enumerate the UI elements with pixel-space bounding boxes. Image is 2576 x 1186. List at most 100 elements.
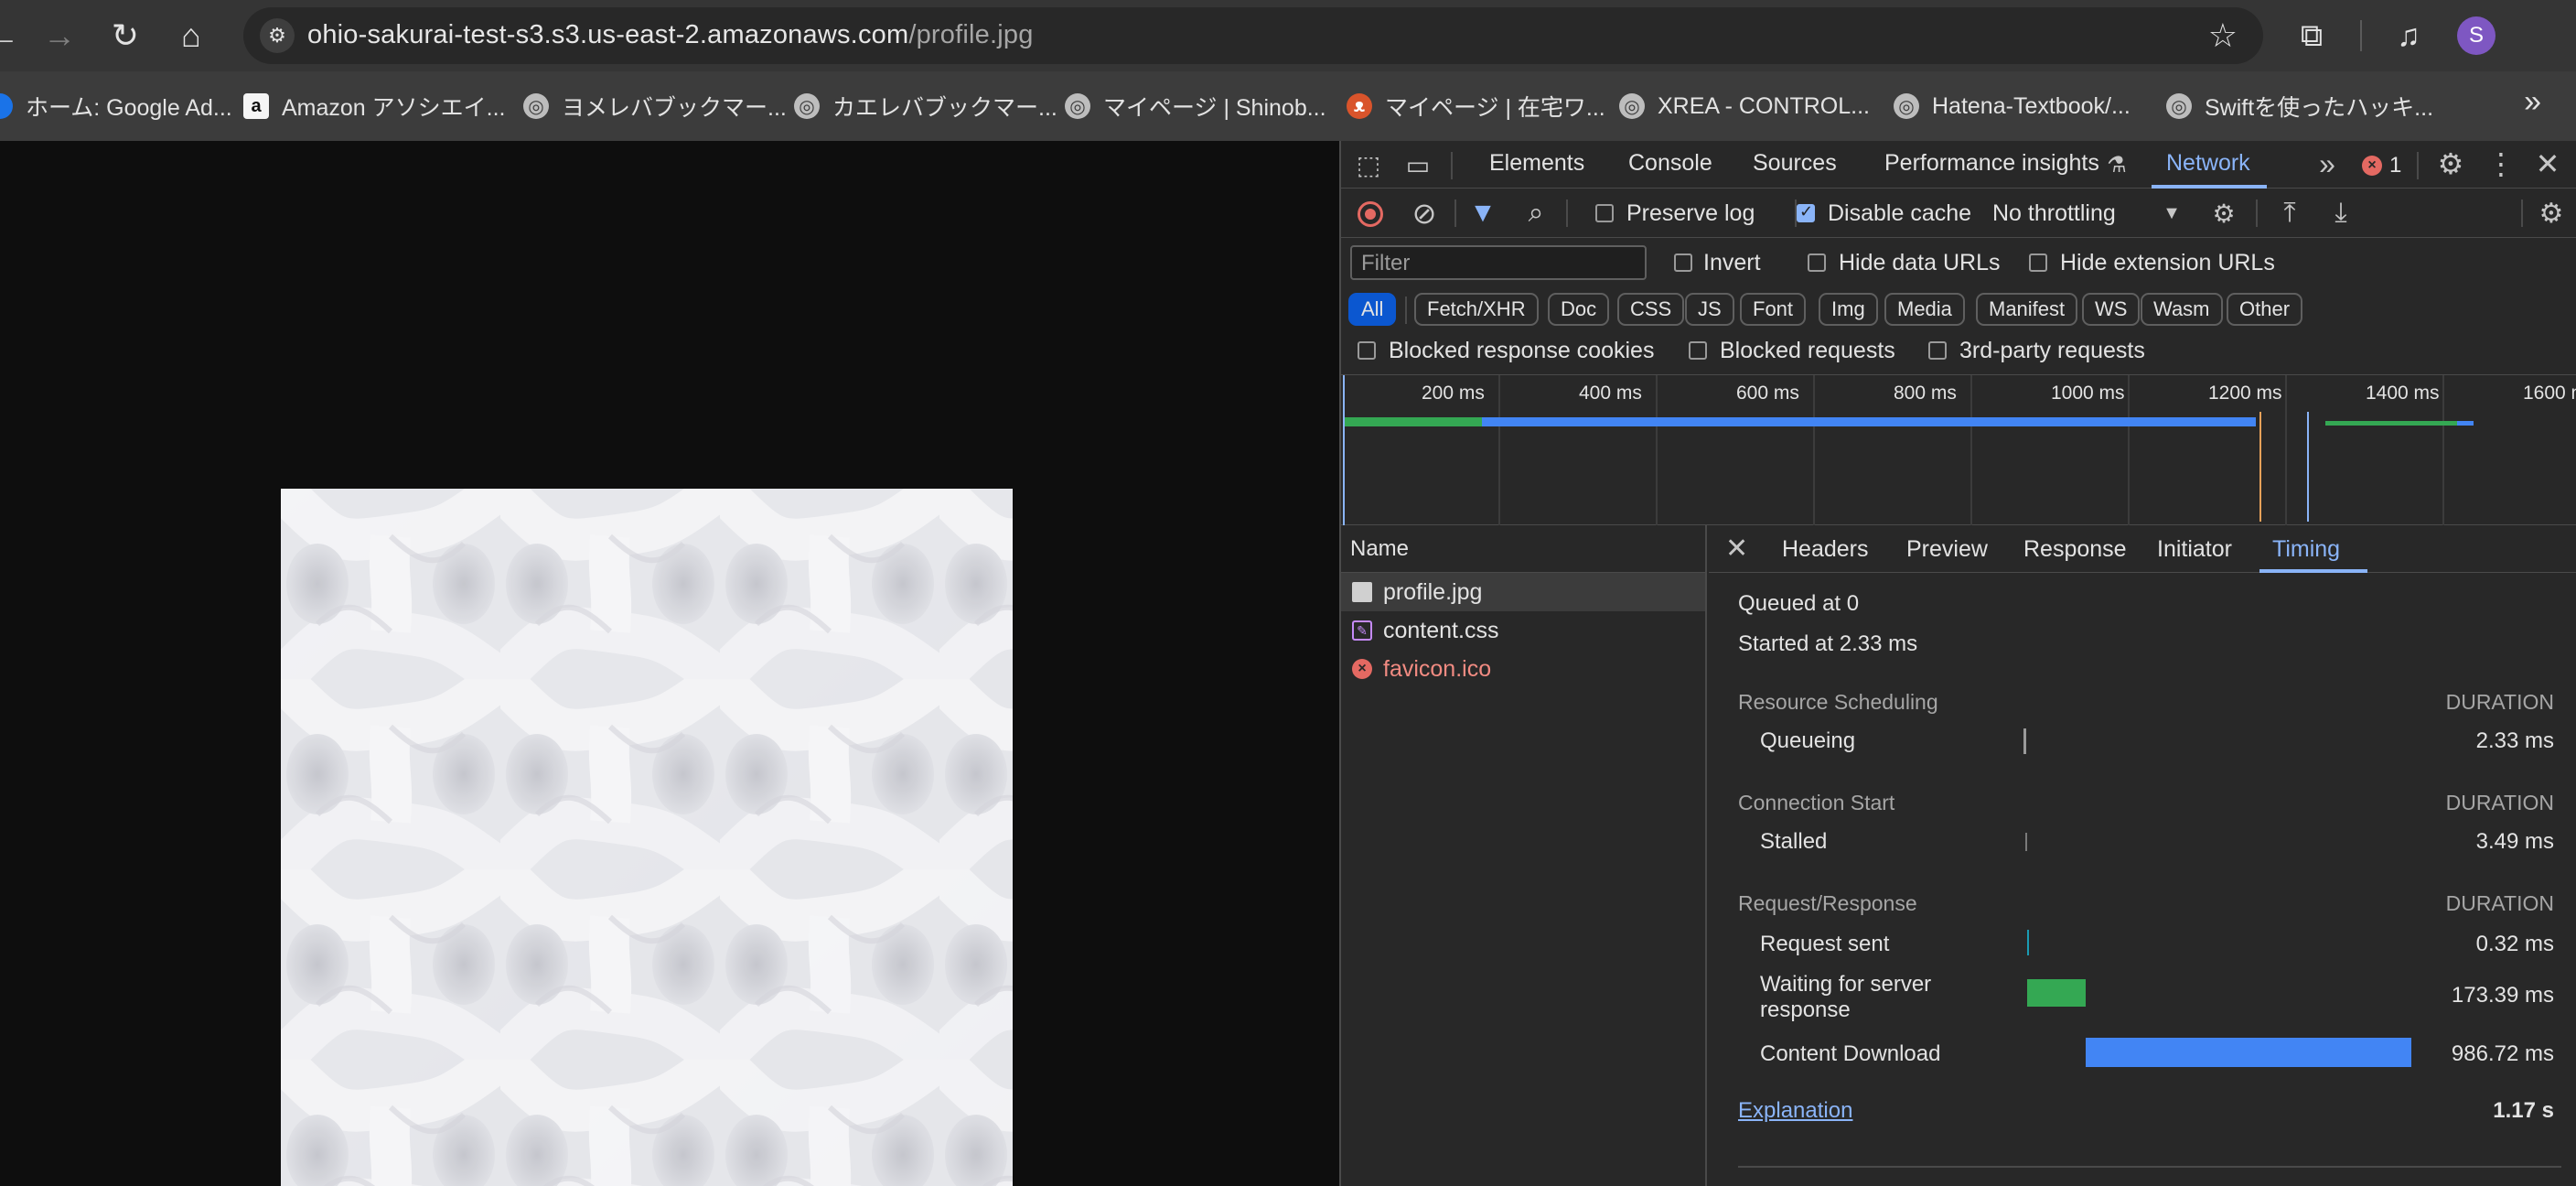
filter-input[interactable]: Filter — [1350, 245, 1647, 280]
disable-cache-label: Disable cache — [1828, 200, 1972, 226]
throttling-select[interactable]: No throttling — [1992, 200, 2116, 227]
image-file-icon — [1352, 582, 1372, 602]
request-row-favicon[interactable]: × favicon.ico — [1341, 650, 1705, 688]
overview-download-bar — [1482, 417, 2256, 426]
overview-tick-label: 1200 ms — [2208, 383, 2282, 404]
tab-elements[interactable]: Elements — [1489, 150, 1584, 177]
bookmark-item[interactable]: ◎ ヨメレバブックマー... — [523, 88, 787, 124]
tab-initiator[interactable]: Initiator — [2157, 536, 2232, 563]
type-ws-button[interactable]: WS — [2082, 293, 2141, 326]
chevron-down-icon[interactable]: ▼ — [2161, 199, 2183, 227]
clear-icon[interactable]: ⊘ — [1409, 197, 1440, 230]
tab-preview[interactable]: Preview — [1906, 536, 1988, 563]
bookmark-item[interactable]: ◎ Swiftを使ったハッキ... — [2166, 88, 2433, 124]
record-stop-icon[interactable] — [1358, 201, 1383, 227]
type-font-button[interactable]: Font — [1740, 293, 1807, 326]
close-devtools-icon[interactable]: ✕ — [2532, 147, 2563, 180]
export-har-icon[interactable]: ⤓ — [2325, 198, 2356, 229]
close-detail-icon[interactable]: ✕ — [1725, 533, 1748, 565]
back-button[interactable]: ← — [0, 13, 26, 59]
duration-header: DURATION — [2445, 690, 2554, 714]
bookmark-item[interactable]: ᴥ マイページ | 在宅ワ... — [1347, 88, 1605, 124]
bookmark-item[interactable]: ◎ カエレバブックマー... — [794, 88, 1057, 124]
request-row-profile[interactable]: profile.jpg — [1341, 573, 1705, 611]
divider — [1738, 1166, 2561, 1168]
bookmark-item[interactable]: a Amazon アソシエイ... — [243, 88, 506, 124]
type-all-button[interactable]: All — [1348, 293, 1397, 326]
kebab-menu-icon[interactable]: ⋮ — [2486, 147, 2516, 180]
type-doc-button[interactable]: Doc — [1548, 293, 1610, 326]
third-party-label: 3rd-party requests — [1959, 338, 2145, 363]
hide-extension-urls-checkbox[interactable] — [2029, 253, 2047, 272]
error-badge[interactable]: × 1 — [2362, 153, 2401, 178]
network-conditions-icon[interactable]: ⚙ — [2208, 198, 2239, 229]
tab-response[interactable]: Response — [2023, 536, 2127, 563]
type-css-button[interactable]: CSS — [1617, 293, 1685, 326]
type-img-button[interactable]: Img — [1819, 293, 1878, 326]
tab-timing[interactable]: Timing — [2272, 536, 2340, 563]
type-js-button[interactable]: JS — [1685, 293, 1734, 326]
bookmark-item[interactable]: ◎ マイページ | Shinob... — [1065, 88, 1326, 124]
search-icon[interactable]: ⌕ — [1520, 198, 1551, 229]
section-title: Connection Start — [1738, 791, 1895, 814]
more-bookmarks-icon[interactable]: » — [2524, 84, 2541, 120]
divider — [1405, 296, 1407, 324]
type-fetch-xhr-button[interactable]: Fetch/XHR — [1414, 293, 1539, 326]
address-row: ← → ↻ ⌂ ⚙ ohio-sakurai-test-s3.s3.us-eas… — [0, 0, 2576, 71]
hide-data-urls-checkbox[interactable] — [1808, 253, 1826, 272]
timing-label: Waiting for server response — [1760, 972, 1932, 1022]
bookmark-label: ホーム: Google Ad... — [26, 95, 232, 121]
media-control-icon[interactable]: ♫ — [2386, 13, 2431, 59]
more-tabs-icon[interactable]: » — [2313, 147, 2342, 180]
tab-network[interactable]: Network — [2166, 150, 2250, 177]
overview-gridline — [2128, 375, 2130, 525]
forward-button[interactable]: → — [37, 13, 82, 59]
reload-button[interactable]: ↻ — [102, 13, 148, 59]
invert-label: Invert — [1703, 250, 1761, 275]
timing-label: Queueing — [1760, 728, 1856, 753]
detail-tab-bar: ✕ Headers Preview Response Initiator Tim… — [1709, 525, 2576, 573]
inspect-element-icon[interactable]: ⬚ — [1354, 150, 1383, 179]
network-overview[interactable]: 200 ms 400 ms 600 ms 800 ms 1000 ms 1200… — [1341, 375, 2576, 525]
request-name: content.css — [1383, 617, 1499, 643]
invert-checkbox[interactable] — [1674, 253, 1692, 272]
blocked-requests-checkbox[interactable] — [1689, 341, 1707, 360]
network-settings-icon[interactable]: ⚙ — [2536, 198, 2567, 229]
blocked-cookies-checkbox[interactable] — [1358, 341, 1376, 360]
bookmark-item[interactable]: ◎ XREA - CONTROL... — [1619, 88, 1870, 124]
explanation-link[interactable]: Explanation — [1738, 1098, 1852, 1124]
type-media-button[interactable]: Media — [1884, 293, 1965, 326]
home-button[interactable]: ⌂ — [168, 13, 214, 59]
third-party-checkbox[interactable] — [1928, 341, 1947, 360]
device-toolbar-icon[interactable]: ▭ — [1403, 150, 1433, 179]
type-wasm-button[interactable]: Wasm — [2141, 293, 2223, 326]
stalled-bar — [2025, 833, 2027, 851]
extensions-icon[interactable]: ⧉ — [2289, 13, 2334, 59]
bookmark-item[interactable]: ◎ Hatena-Textbook/... — [1894, 88, 2131, 124]
preserve-log-checkbox[interactable] — [1595, 204, 1614, 222]
filter-row: Filter Invert Hide data URLs Hide extens… — [1341, 238, 2576, 287]
bookmark-item[interactable]: ホーム: Google Ad... — [0, 88, 232, 124]
filter-icon[interactable]: ▼ — [1467, 198, 1498, 229]
tab-sources[interactable]: Sources — [1753, 150, 1837, 177]
tab-console[interactable]: Console — [1628, 150, 1712, 177]
site-settings-icon[interactable]: ⚙ — [260, 18, 295, 53]
request-row-content-css[interactable]: ✎ content.css — [1341, 611, 1705, 650]
tab-performance-insights[interactable]: Performance insights — [1884, 150, 2099, 177]
tab-headers[interactable]: Headers — [1782, 536, 1869, 563]
name-column-header[interactable]: Name — [1341, 525, 1707, 573]
timing-value: 0.32 ms — [2475, 932, 2554, 956]
profile-avatar[interactable]: S — [2457, 16, 2496, 55]
page-viewport — [0, 141, 1339, 1186]
blocked-requests-label: Blocked requests — [1720, 338, 1895, 363]
type-other-button[interactable]: Other — [2227, 293, 2303, 326]
address-bar[interactable]: ⚙ ohio-sakurai-test-s3.s3.us-east-2.amaz… — [243, 7, 2263, 64]
waiting-bar — [2027, 979, 2086, 1007]
bookmark-star-icon[interactable]: ☆ — [2208, 16, 2238, 55]
type-manifest-button[interactable]: Manifest — [1976, 293, 2078, 326]
import-har-icon[interactable]: ⤒ — [2274, 198, 2305, 229]
preserve-log-label: Preserve log — [1626, 200, 1755, 226]
disable-cache-checkbox[interactable] — [1797, 202, 1815, 222]
settings-gear-icon[interactable]: ⚙ — [2435, 147, 2466, 180]
url-text[interactable]: ohio-sakurai-test-s3.s3.us-east-2.amazon… — [307, 20, 1034, 50]
